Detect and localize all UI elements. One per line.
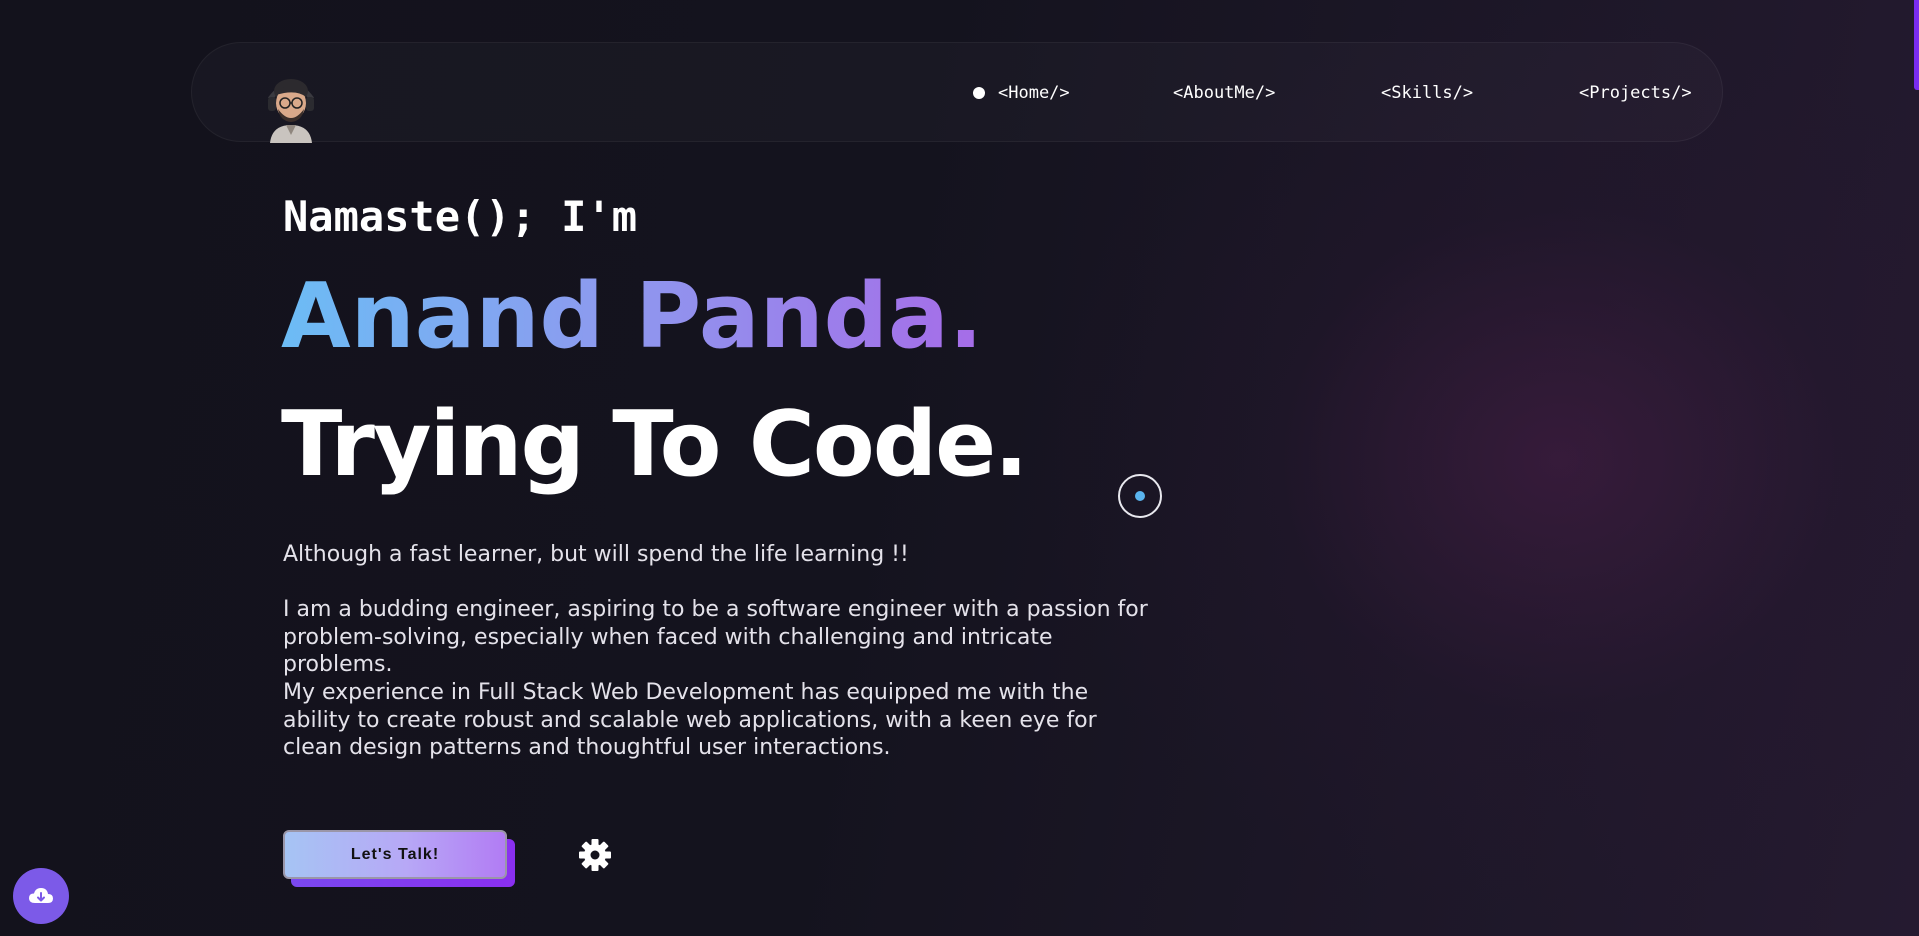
- hero-greeting: Namaste(); I'm: [283, 192, 638, 241]
- scroll-progress-indicator: [1914, 0, 1919, 90]
- page: <Home/> <AboutMe/> <Skills/> <Projects/>…: [0, 0, 1919, 936]
- hero-name: Anand Panda.: [281, 262, 983, 372]
- gear-icon[interactable]: [578, 838, 612, 872]
- hero-paragraph-1: Although a fast learner, but will spend …: [283, 542, 909, 567]
- nav-link-projects[interactable]: <Projects/>: [1579, 83, 1692, 103]
- cta-wrapper: Let's Talk!: [283, 830, 515, 888]
- download-button[interactable]: [13, 868, 69, 924]
- navbar: <Home/> <AboutMe/> <Skills/> <Projects/>: [191, 42, 1723, 143]
- hero-tagline: Trying To Code.: [281, 392, 1028, 497]
- nav-link-aboutme[interactable]: <AboutMe/>: [1173, 83, 1275, 103]
- nav-link-skills[interactable]: <Skills/>: [1381, 83, 1473, 103]
- nav-link-home[interactable]: <Home/>: [998, 83, 1070, 103]
- hero-paragraph-2: I am a budding engineer, aspiring to be …: [283, 597, 1148, 677]
- cloud-download-icon: [29, 888, 53, 903]
- nav-links: <Home/> <AboutMe/> <Skills/> <Projects/>: [192, 43, 1722, 141]
- hero-paragraph-3: My experience in Full Stack Web Developm…: [283, 680, 1097, 760]
- lets-talk-button[interactable]: Let's Talk!: [283, 830, 507, 879]
- active-nav-indicator: [973, 87, 985, 99]
- cursor-dot: [1135, 491, 1145, 501]
- cursor-ring: [1118, 474, 1162, 518]
